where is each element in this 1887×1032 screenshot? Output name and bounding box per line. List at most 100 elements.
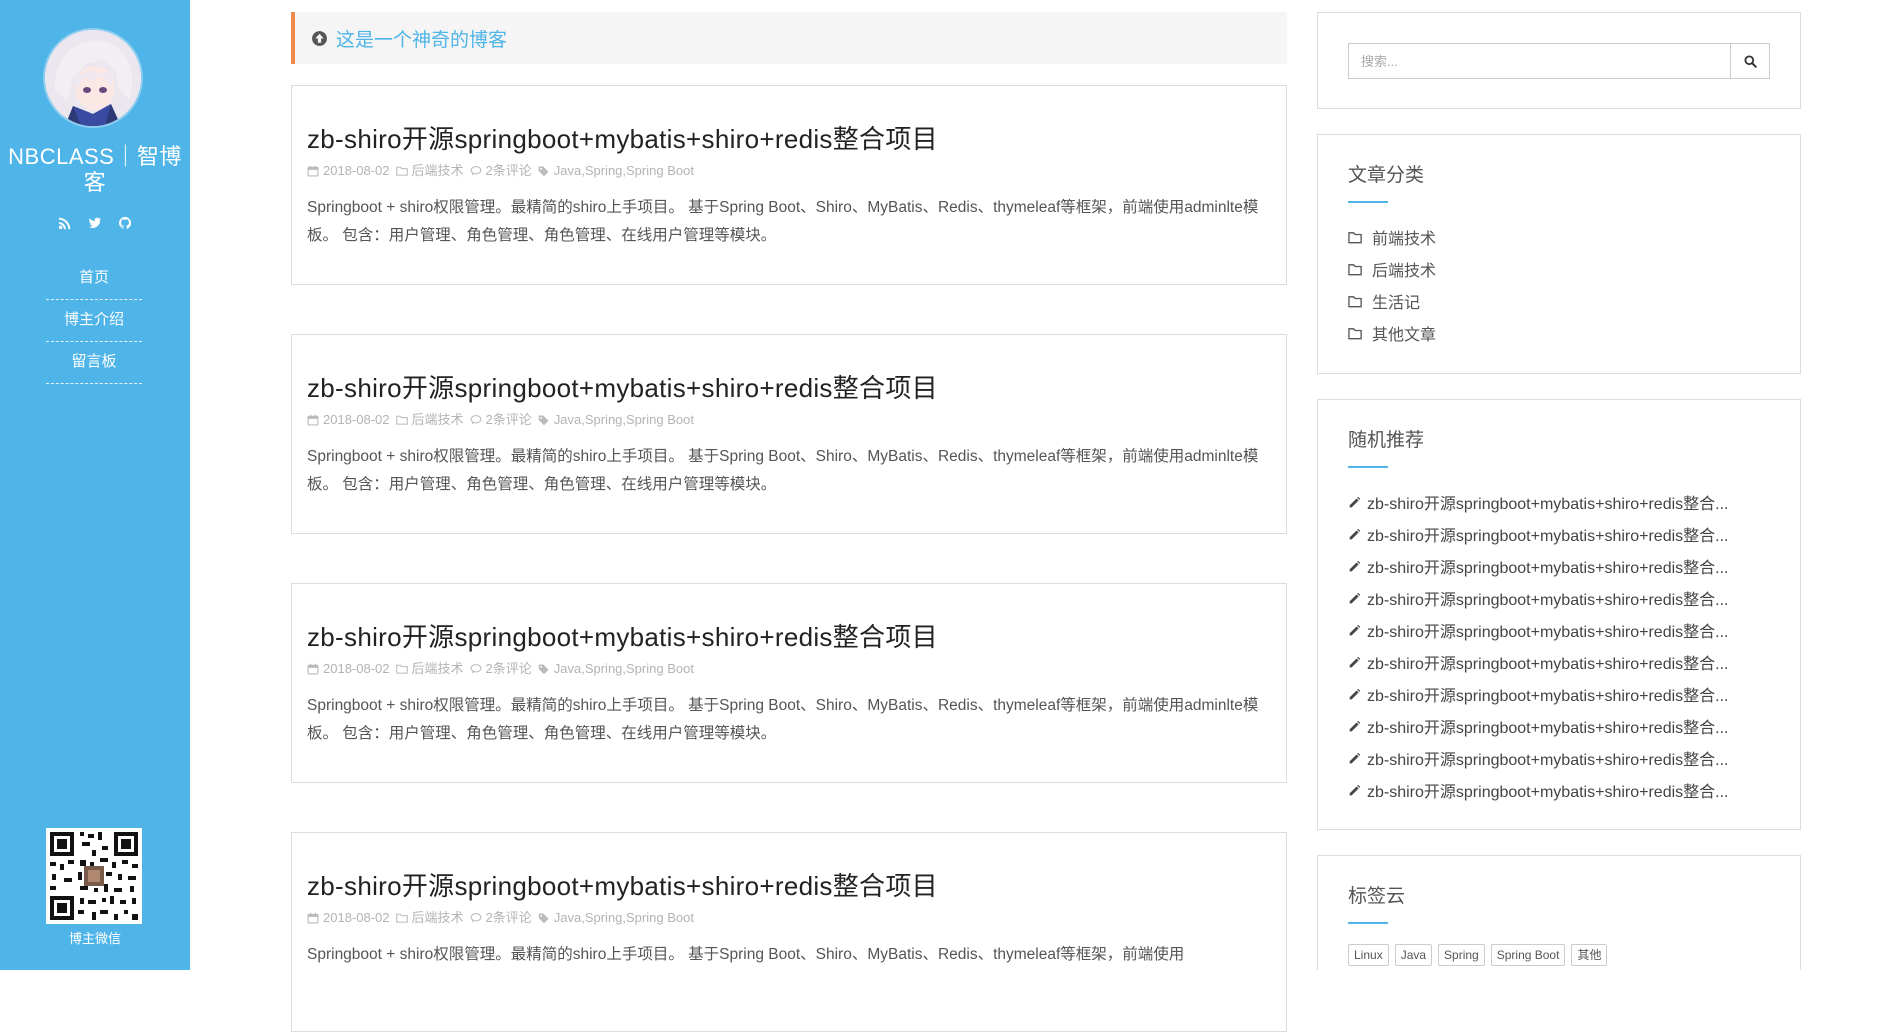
category-list: 前端技术后端技术生活记其他文章 bbox=[1348, 221, 1770, 349]
recommend-item[interactable]: zb-shiro开源springboot+mybatis+shiro+redis… bbox=[1348, 550, 1772, 582]
recommend-widget: 随机推荐 zb-shiro开源springboot+mybatis+shiro+… bbox=[1317, 399, 1801, 830]
post-category[interactable]: 后端技术 bbox=[412, 411, 464, 429]
notice-bar: 这是一个神奇的博客 bbox=[291, 12, 1287, 64]
comment-icon bbox=[470, 166, 481, 176]
tag-chip[interactable]: Linux bbox=[1348, 944, 1389, 966]
post-comments[interactable]: 2条评论 bbox=[486, 660, 532, 678]
category-item[interactable]: 前端技术 bbox=[1348, 221, 1770, 253]
post-category[interactable]: 后端技术 bbox=[412, 660, 464, 678]
recommend-item[interactable]: zb-shiro开源springboot+mybatis+shiro+redis… bbox=[1348, 774, 1772, 806]
post-excerpt: Springboot + shiro权限管理。最精简的shiro上手项目。 基于… bbox=[307, 448, 1259, 493]
pencil-icon bbox=[1349, 592, 1361, 603]
sidebar: NBCLASS｜智博客 首页 博主介绍 留言板 博主微信 bbox=[0, 0, 190, 970]
category-item[interactable]: 生活记 bbox=[1348, 285, 1770, 317]
category-item[interactable]: 其他文章 bbox=[1348, 317, 1770, 349]
tag-chip[interactable]: Spring Boot bbox=[1490, 944, 1566, 966]
calendar-icon bbox=[307, 912, 319, 924]
widget-underline bbox=[1348, 466, 1388, 468]
category-label: 后端技术 bbox=[1372, 263, 1437, 280]
recommend-item[interactable]: zb-shiro开源springboot+mybatis+shiro+redis… bbox=[1348, 678, 1772, 710]
search-button[interactable] bbox=[1730, 44, 1769, 78]
calendar-icon bbox=[307, 165, 319, 177]
tag-chip[interactable]: 其他 bbox=[1571, 944, 1608, 966]
pencil-icon bbox=[1349, 720, 1361, 731]
pencil-icon bbox=[1349, 528, 1361, 539]
folder-icon bbox=[395, 415, 408, 425]
recommend-label: zb-shiro开源springboot+mybatis+shiro+redis… bbox=[1367, 752, 1729, 769]
tags-icon bbox=[538, 166, 549, 177]
post-title[interactable]: zb-shiro开源springboot+mybatis+shiro+redis… bbox=[307, 371, 1271, 405]
folder-open-icon bbox=[1348, 231, 1362, 243]
recommend-item[interactable]: zb-shiro开源springboot+mybatis+shiro+redis… bbox=[1348, 518, 1772, 550]
twitter-icon[interactable] bbox=[88, 216, 102, 230]
category-label: 前端技术 bbox=[1372, 231, 1437, 248]
tag-cloud-title: 标签云 bbox=[1348, 886, 1406, 907]
widget-underline bbox=[1348, 922, 1388, 924]
github-icon[interactable] bbox=[118, 216, 132, 230]
post-excerpt: Springboot + shiro权限管理。最精简的shiro上手项目。 基于… bbox=[307, 946, 1185, 963]
tag-chip[interactable]: Java bbox=[1394, 944, 1433, 966]
avatar[interactable] bbox=[45, 30, 141, 126]
folder-open-icon bbox=[1348, 327, 1362, 339]
tag-cloud: Linux Java Spring Spring Boot 其他 bbox=[1348, 944, 1770, 966]
post-comments[interactable]: 2条评论 bbox=[486, 909, 532, 927]
site-title[interactable]: NBCLASS｜智博客 bbox=[0, 144, 190, 196]
folder-icon bbox=[395, 166, 408, 176]
tags-icon bbox=[538, 664, 549, 675]
notice-text[interactable]: 这是一个神奇的博客 bbox=[336, 25, 507, 52]
folder-open-icon bbox=[1348, 295, 1362, 307]
folder-icon bbox=[395, 664, 408, 674]
post-category[interactable]: 后端技术 bbox=[412, 162, 464, 180]
recommend-item[interactable]: zb-shiro开源springboot+mybatis+shiro+redis… bbox=[1348, 742, 1772, 774]
post-card: zb-shiro开源springboot+mybatis+shiro+redis… bbox=[291, 583, 1287, 783]
recommend-item[interactable]: zb-shiro开源springboot+mybatis+shiro+redis… bbox=[1348, 710, 1772, 742]
social-links bbox=[0, 214, 190, 232]
recommend-label: zb-shiro开源springboot+mybatis+shiro+redis… bbox=[1367, 624, 1729, 641]
pencil-icon bbox=[1349, 688, 1361, 699]
recommend-label: zb-shiro开源springboot+mybatis+shiro+redis… bbox=[1367, 688, 1729, 705]
post-title[interactable]: zb-shiro开源springboot+mybatis+shiro+redis… bbox=[307, 620, 1271, 654]
recommend-list: zb-shiro开源springboot+mybatis+shiro+redis… bbox=[1348, 486, 1770, 806]
search-input[interactable] bbox=[1349, 44, 1730, 78]
recommend-widget-title: 随机推荐 bbox=[1348, 430, 1425, 451]
tags-icon bbox=[538, 913, 549, 924]
category-widget-title: 文章分类 bbox=[1348, 165, 1425, 186]
post-tags[interactable]: Java,Spring,Spring Boot bbox=[554, 909, 694, 927]
pencil-icon bbox=[1349, 496, 1361, 507]
nav-home[interactable]: 首页 bbox=[46, 258, 142, 300]
recommend-item[interactable]: zb-shiro开源springboot+mybatis+shiro+redis… bbox=[1348, 646, 1772, 678]
category-label: 生活记 bbox=[1372, 295, 1421, 312]
post-card: zb-shiro开源springboot+mybatis+shiro+redis… bbox=[291, 85, 1287, 285]
widget-underline bbox=[1348, 201, 1388, 203]
tag-chip[interactable]: Spring bbox=[1438, 944, 1485, 966]
calendar-icon bbox=[307, 663, 319, 675]
folder-icon bbox=[395, 913, 408, 923]
recommend-label: zb-shiro开源springboot+mybatis+shiro+redis… bbox=[1367, 784, 1729, 801]
comment-icon bbox=[470, 415, 481, 425]
post-date: 2018-08-02 bbox=[323, 163, 390, 178]
post-title[interactable]: zb-shiro开源springboot+mybatis+shiro+redis… bbox=[307, 869, 1271, 903]
recommend-item[interactable]: zb-shiro开源springboot+mybatis+shiro+redis… bbox=[1348, 614, 1772, 646]
post-comments[interactable]: 2条评论 bbox=[486, 411, 532, 429]
recommend-item[interactable]: zb-shiro开源springboot+mybatis+shiro+redis… bbox=[1348, 486, 1772, 518]
sidebar-nav: 首页 博主介绍 留言板 bbox=[46, 258, 142, 384]
rss-icon[interactable] bbox=[58, 216, 72, 230]
recommend-label: zb-shiro开源springboot+mybatis+shiro+redis… bbox=[1367, 720, 1729, 737]
post-card: zb-shiro开源springboot+mybatis+shiro+redis… bbox=[291, 334, 1287, 534]
tag-cloud-widget: 标签云 Linux Java Spring Spring Boot 其他 bbox=[1317, 855, 1801, 970]
pencil-icon bbox=[1349, 784, 1361, 795]
nav-guestbook[interactable]: 留言板 bbox=[46, 342, 142, 384]
pencil-icon bbox=[1349, 656, 1361, 667]
post-tags[interactable]: Java,Spring,Spring Boot bbox=[554, 162, 694, 180]
recommend-item[interactable]: zb-shiro开源springboot+mybatis+shiro+redis… bbox=[1348, 582, 1772, 614]
nav-about[interactable]: 博主介绍 bbox=[46, 300, 142, 342]
folder-open-icon bbox=[1348, 263, 1362, 275]
category-item[interactable]: 后端技术 bbox=[1348, 253, 1770, 285]
post-title[interactable]: zb-shiro开源springboot+mybatis+shiro+redis… bbox=[307, 122, 1271, 156]
post-category[interactable]: 后端技术 bbox=[412, 909, 464, 927]
post-meta: 2018-08-02 后端技术 2条评论 Java,Spring,Spring Boo… bbox=[307, 660, 1271, 678]
post-excerpt: Springboot + shiro权限管理。最精简的shiro上手项目。 基于… bbox=[307, 697, 1259, 742]
post-comments[interactable]: 2条评论 bbox=[486, 162, 532, 180]
post-tags[interactable]: Java,Spring,Spring Boot bbox=[554, 411, 694, 429]
post-tags[interactable]: Java,Spring,Spring Boot bbox=[554, 660, 694, 678]
